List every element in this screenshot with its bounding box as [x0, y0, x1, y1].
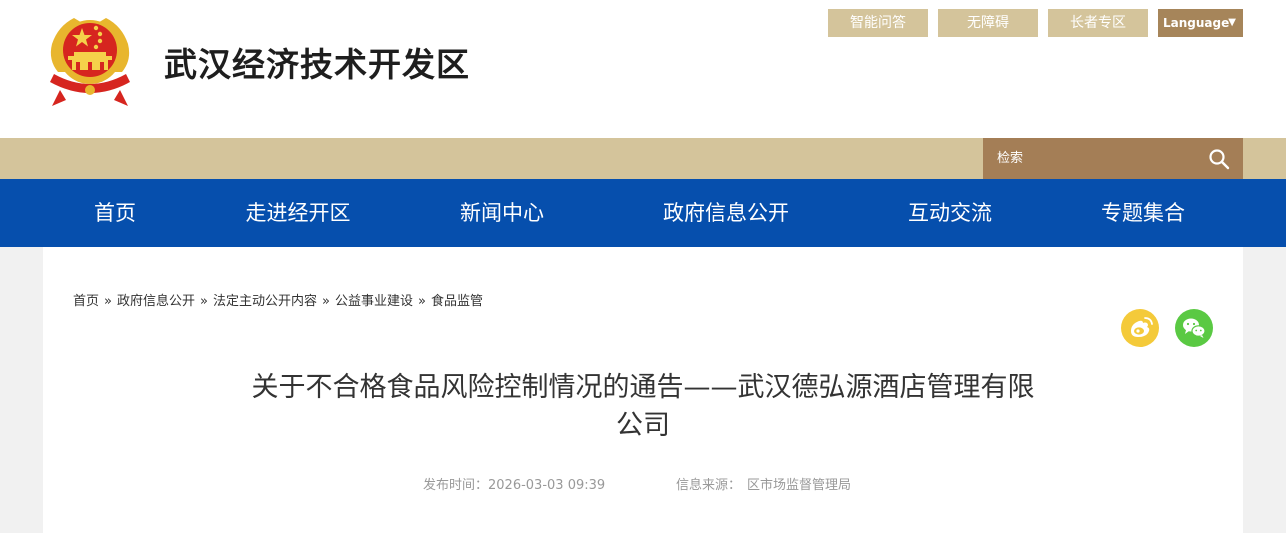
- nav-item-news[interactable]: 新闻中心: [460, 179, 544, 247]
- search-bar-strip: [0, 138, 1286, 179]
- breadcrumb-gov-info[interactable]: 政府信息公开: [117, 294, 195, 309]
- breadcrumb-separator: »: [321, 294, 330, 309]
- nav-item-interaction[interactable]: 互动交流: [908, 179, 992, 247]
- publish-time: 发布时间：2026-03-03 09:39: [423, 474, 605, 493]
- publish-label: 发布时间：: [423, 478, 489, 493]
- source-value: 区市场监督管理局: [747, 478, 852, 493]
- site-header: 武汉经济技术开发区 智能问答 无障碍 长者专区 Language ▼: [0, 0, 1286, 138]
- breadcrumb-public-welfare[interactable]: 公益事业建设: [335, 294, 413, 309]
- search-icon[interactable]: [1207, 147, 1231, 171]
- publish-time-value: 2026-03-03 09:39: [488, 478, 606, 493]
- elderly-zone-button[interactable]: 长者专区: [1048, 9, 1148, 37]
- nav-item-gov-info[interactable]: 政府信息公开: [663, 179, 789, 247]
- nav-item-about[interactable]: 走进经开区: [246, 179, 351, 247]
- breadcrumb-food-supervision[interactable]: 食品监管: [431, 294, 483, 309]
- search-input[interactable]: [983, 138, 1198, 179]
- chevron-down-icon: ▼: [1228, 17, 1236, 28]
- info-source: 信息来源： 区市场监督管理局: [676, 474, 851, 493]
- breadcrumb-separator: »: [417, 294, 426, 309]
- breadcrumb: 首页 » 政府信息公开 » 法定主动公开内容 » 公益事业建设 » 食品监管: [73, 290, 483, 309]
- accessibility-button[interactable]: 无障碍: [938, 9, 1038, 37]
- breadcrumb-home[interactable]: 首页: [73, 294, 99, 309]
- language-dropdown[interactable]: Language ▼: [1158, 9, 1243, 37]
- nav-item-topics[interactable]: 专题集合: [1101, 179, 1185, 247]
- breadcrumb-statutory[interactable]: 法定主动公开内容: [213, 294, 317, 309]
- nav-item-home[interactable]: 首页: [94, 179, 136, 247]
- weibo-share-icon[interactable]: [1121, 309, 1159, 347]
- article-panel: 首页 » 政府信息公开 » 法定主动公开内容 » 公益事业建设 » 食品监管 关于不合格食品风险…: [43, 247, 1243, 533]
- smart-qa-button[interactable]: 智能问答: [828, 9, 928, 37]
- national-emblem-icon[interactable]: [44, 10, 136, 106]
- breadcrumb-separator: »: [104, 294, 112, 309]
- breadcrumb-separator: »: [200, 294, 208, 309]
- wechat-share-icon[interactable]: [1175, 309, 1213, 347]
- search-box: [983, 138, 1243, 179]
- language-label: Language: [1163, 16, 1230, 30]
- main-nav: 首页 走进经开区 新闻中心 政府信息公开 互动交流 专题集合: [0, 179, 1286, 247]
- site-title[interactable]: 武汉经济技术开发区: [164, 38, 470, 86]
- source-label: 信息来源：: [676, 478, 742, 493]
- article-title: 关于不合格食品风险控制情况的通告——武汉德弘源酒店管理有限公司: [251, 372, 1035, 441]
